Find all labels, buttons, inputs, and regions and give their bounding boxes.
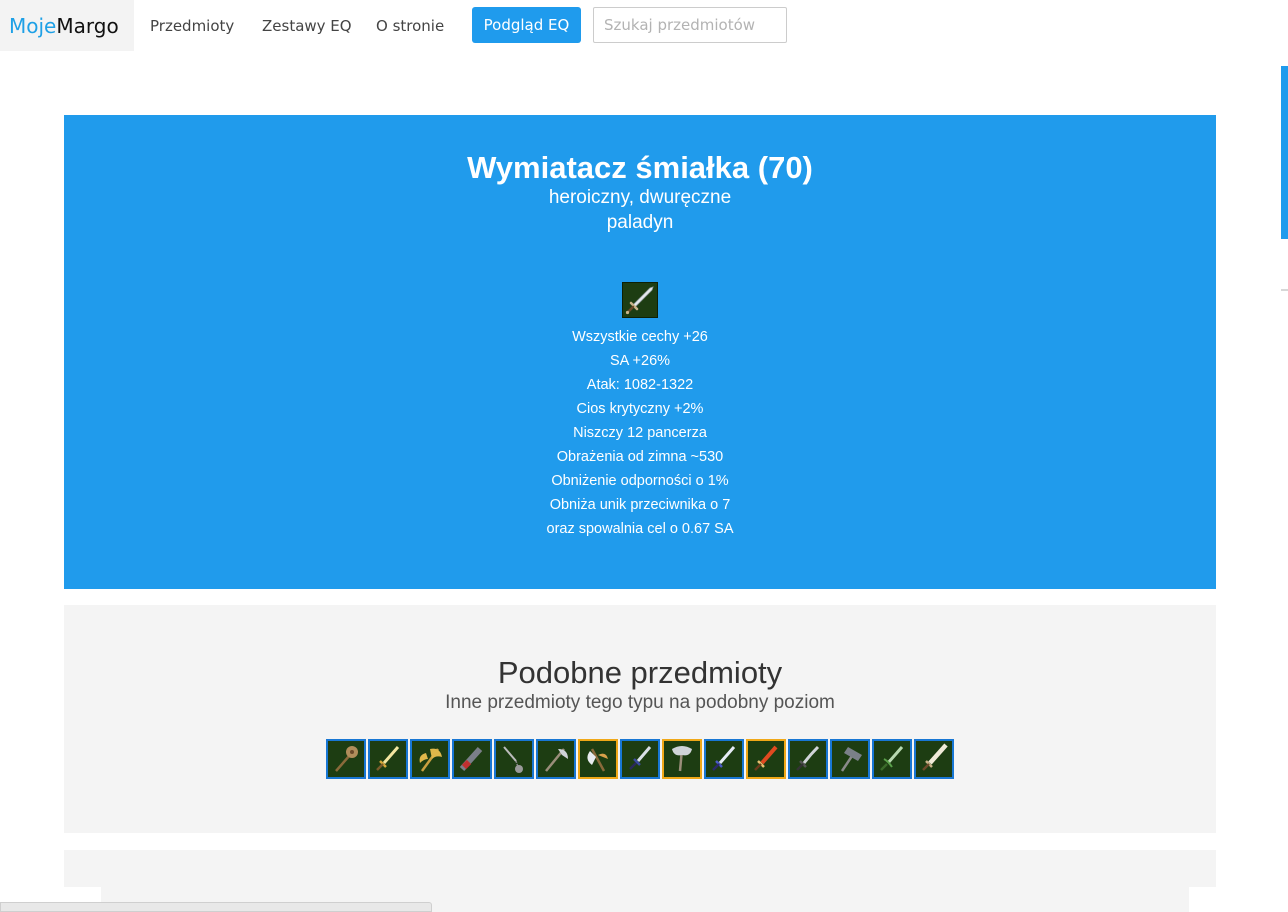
flail-icon bbox=[503, 746, 523, 773]
sword-icon bbox=[376, 746, 400, 771]
stat-line: Wszystkie cechy +26 bbox=[572, 329, 708, 345]
similar-items-list bbox=[326, 739, 954, 779]
similar-item-link[interactable] bbox=[578, 739, 618, 779]
similar-items-lead: Inne przedmioty tego typu na podobny poz… bbox=[445, 692, 835, 713]
chainsaw-blade-icon bbox=[459, 746, 483, 772]
mace-icon bbox=[335, 746, 358, 772]
similar-items-heading: Podobne przedmioty bbox=[497, 655, 783, 690]
page-gap-right bbox=[1189, 887, 1288, 912]
similar-item-link[interactable] bbox=[830, 739, 870, 779]
dagger-icon bbox=[629, 746, 652, 770]
fire-sword-icon bbox=[754, 745, 778, 771]
nav-link-about[interactable]: O stronie bbox=[376, 0, 444, 51]
similar-item-link[interactable] bbox=[788, 739, 828, 779]
scroll-indicator[interactable] bbox=[1281, 66, 1288, 239]
greatsword-icon bbox=[922, 743, 948, 771]
battle-axe-icon bbox=[587, 748, 608, 772]
similar-item-link[interactable] bbox=[662, 739, 702, 779]
similar-item-link[interactable] bbox=[914, 739, 954, 779]
stat-line: Obniża unik przeciwnika o 7 bbox=[549, 497, 731, 513]
axe-icon bbox=[419, 748, 442, 772]
similar-item-link[interactable] bbox=[620, 739, 660, 779]
stat-line: SA +26% bbox=[609, 353, 671, 369]
brand-part-margo: Margo bbox=[56, 13, 119, 38]
item-title: Wymiatacz śmiałka (70) bbox=[467, 150, 813, 185]
similar-item-link[interactable] bbox=[872, 739, 912, 779]
similar-item-link[interactable] bbox=[704, 739, 744, 779]
browser-status-bar bbox=[0, 902, 432, 912]
similar-items-section: Podobne przedmioty Inne przedmioty tego … bbox=[64, 605, 1216, 833]
nav-link-items[interactable]: Przedmioty bbox=[150, 0, 234, 51]
two-handed-sword-icon bbox=[622, 282, 658, 318]
stat-line: Atak: 1082-1322 bbox=[586, 377, 694, 393]
double-axe-icon bbox=[672, 746, 692, 772]
eq-preview-button[interactable]: Podgląd EQ bbox=[472, 7, 581, 43]
hammer-icon bbox=[840, 747, 862, 772]
navbar: Moje Margo Przedmioty Zestawy EQ O stroni… bbox=[0, 0, 1288, 51]
similar-item-link[interactable] bbox=[410, 739, 450, 779]
nav-link-eq-sets[interactable]: Zestawy EQ bbox=[262, 0, 352, 51]
stat-line: Cios krytyczny +2% bbox=[576, 401, 704, 417]
scroll-indicator-track bbox=[1281, 289, 1288, 291]
similar-item-link[interactable] bbox=[494, 739, 534, 779]
stat-line: Obrażenia od zimna ~530 bbox=[556, 449, 724, 465]
similar-item-link[interactable] bbox=[536, 739, 576, 779]
item-rarity-type: heroiczny, dwuręczne bbox=[548, 187, 732, 208]
stat-line: Niszczy 12 pancerza bbox=[573, 425, 707, 441]
halberd-icon bbox=[545, 748, 568, 772]
curved-blade-icon bbox=[796, 745, 820, 771]
blue-sword-icon bbox=[712, 746, 736, 771]
similar-item-link[interactable] bbox=[326, 739, 366, 779]
thorn-sword-icon bbox=[880, 746, 904, 771]
brand-part-moje: Moje bbox=[9, 13, 57, 38]
similar-item-link[interactable] bbox=[746, 739, 786, 779]
item-profession: paladyn bbox=[606, 212, 674, 233]
item-stats-list: Wszystkie cechy +26 SA +26% Atak: 1082-1… bbox=[64, 325, 1216, 541]
stat-line: oraz spowalnia cel o 0.67 SA bbox=[546, 521, 734, 537]
stat-line: Obniżenie odporności o 1% bbox=[551, 473, 729, 489]
item-details-panel: Wymiatacz śmiałka (70) heroiczny, dwuręc… bbox=[64, 115, 1216, 589]
similar-item-link[interactable] bbox=[368, 739, 408, 779]
brand-logo[interactable]: Moje Margo bbox=[0, 0, 134, 51]
search-input[interactable] bbox=[593, 7, 787, 43]
similar-item-link[interactable] bbox=[452, 739, 492, 779]
